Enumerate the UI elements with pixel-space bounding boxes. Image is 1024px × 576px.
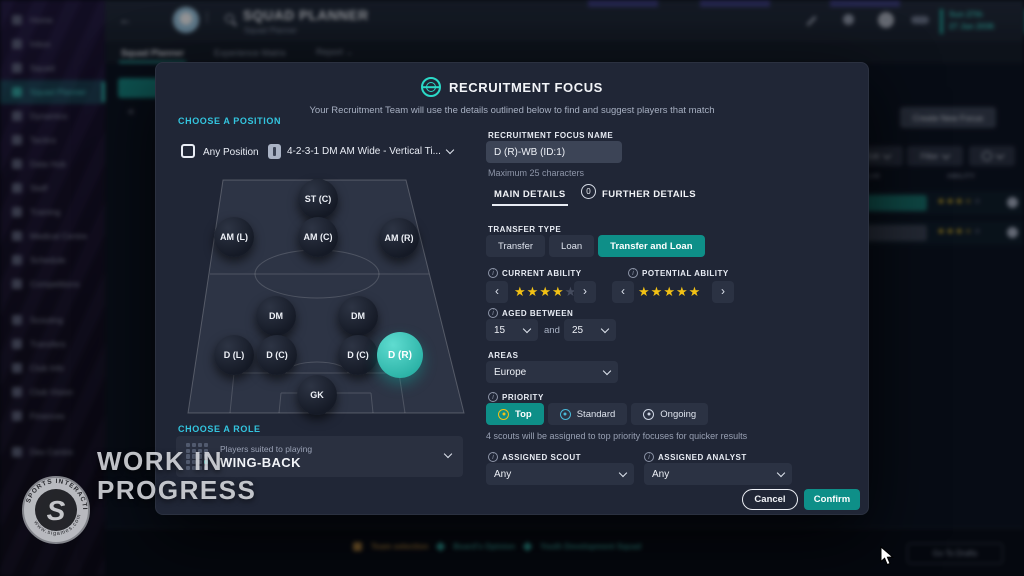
star-icon: ★ — [638, 285, 650, 298]
priority-standard[interactable]: Standard — [548, 403, 628, 425]
work-in-progress-watermark: WORK IN PROGRESS — [97, 447, 256, 505]
current-ability-stars[interactable]: ★★★★★ — [514, 285, 576, 298]
potential-ability-increase-button[interactable]: › — [712, 281, 734, 303]
priority-label: PRIORITY — [502, 393, 544, 402]
info-icon[interactable]: i — [628, 268, 638, 278]
chevron-down-icon — [444, 450, 452, 458]
priority-top[interactable]: Top — [486, 403, 544, 425]
dialog-subtitle: Your Recruitment Team will use the detai… — [156, 105, 868, 116]
position-am-l-[interactable]: AM (L) — [214, 217, 254, 257]
star-icon: ★ — [651, 285, 663, 298]
assigned-scout-label: ASSIGNED SCOUT — [502, 453, 581, 462]
star-icon: ★ — [663, 285, 675, 298]
chevron-down-icon — [523, 324, 531, 332]
further-details-badge: 0 — [581, 184, 596, 199]
cancel-button[interactable]: Cancel — [742, 489, 798, 510]
current-ability-label: CURRENT ABILITY — [502, 269, 582, 278]
transfer-type-label: TRANSFER TYPE — [488, 225, 561, 234]
target-icon — [498, 409, 509, 420]
transfer-type-segmented: TransferLoanTransfer and Loan — [486, 235, 705, 257]
priority-segmented: TopStandardOngoing — [486, 403, 708, 425]
priority-ongoing[interactable]: Ongoing — [631, 403, 708, 425]
screen: Create New Focus Edit Filter VALUE ABILI… — [0, 0, 1024, 576]
transfer-type-transfer[interactable]: Transfer — [486, 235, 545, 257]
target-icon — [560, 409, 571, 420]
tab-further-details[interactable]: FURTHER DETAILS — [602, 189, 696, 200]
star-icon: ★ — [527, 285, 539, 298]
chevron-down-icon — [603, 366, 611, 374]
dialog-title: RECRUITMENT FOCUS — [449, 80, 603, 95]
chevron-down-icon — [446, 145, 454, 153]
and-label: and — [544, 325, 560, 336]
position-gk[interactable]: GK — [297, 375, 337, 415]
assigned-scout-dropdown[interactable]: Any — [486, 463, 634, 485]
position-d-c-[interactable]: D (C) — [257, 335, 297, 375]
confirm-button[interactable]: Confirm — [804, 489, 860, 510]
position-am-c-[interactable]: AM (C) — [298, 217, 338, 257]
focus-name-input[interactable]: D (R)-WB (ID:1) — [486, 141, 622, 163]
position-d-c-[interactable]: D (C) — [338, 335, 378, 375]
focus-name-hint: Maximum 25 characters — [488, 168, 584, 178]
target-icon — [643, 409, 654, 420]
priority-note: 4 scouts will be assigned to top priorit… — [486, 431, 860, 441]
potential-ability-label: POTENTIAL ABILITY — [642, 269, 729, 278]
position-dm[interactable]: DM — [256, 296, 296, 336]
areas-label: AREAS — [488, 351, 519, 360]
recruitment-focus-icon — [421, 77, 441, 97]
position-d-r--selected[interactable]: D (R) — [377, 332, 423, 378]
chevron-down-icon — [619, 468, 627, 476]
info-icon[interactable]: i — [488, 268, 498, 278]
formation-dropdown[interactable]: 4-2-3-1 DM AM Wide - Vertical Ti... — [268, 141, 463, 161]
info-icon[interactable]: i — [488, 308, 498, 318]
formation-icon — [268, 144, 281, 159]
mouse-cursor — [880, 546, 894, 566]
any-position-label: Any Position — [203, 147, 259, 158]
areas-dropdown[interactable]: Europe — [486, 361, 618, 383]
tab-main-details[interactable]: MAIN DETAILS — [494, 189, 566, 200]
current-ability-increase-button[interactable]: › — [574, 281, 596, 303]
position-st-c-[interactable]: ST (C) — [298, 179, 338, 219]
potential-ability-stars[interactable]: ★★★★★ — [638, 285, 700, 298]
any-position-checkbox[interactable] — [181, 144, 195, 158]
info-icon[interactable]: i — [644, 452, 654, 462]
chevron-down-icon — [601, 324, 609, 332]
age-max-dropdown[interactable]: 25 — [564, 319, 616, 341]
potential-ability-decrease-button[interactable]: ‹ — [612, 281, 634, 303]
star-icon: ★ — [552, 285, 564, 298]
current-ability-decrease-button[interactable]: ‹ — [486, 281, 508, 303]
transfer-type-transfer-and-loan[interactable]: Transfer and Loan — [598, 235, 704, 257]
info-icon[interactable]: i — [488, 452, 498, 462]
position-am-r-[interactable]: AM (R) — [379, 218, 419, 258]
star-icon: ★ — [676, 285, 688, 298]
age-min-dropdown[interactable]: 15 — [486, 319, 538, 341]
svg-text:S: S — [47, 495, 66, 526]
info-icon[interactable]: i — [488, 392, 498, 402]
recruitment-focus-dialog: RECRUITMENT FOCUS Your Recruitment Team … — [155, 62, 869, 515]
star-icon: ★ — [539, 285, 551, 298]
aged-between-label: AGED BETWEEN — [502, 309, 573, 318]
transfer-type-loan[interactable]: Loan — [549, 235, 594, 257]
choose-position-heading: CHOOSE A POSITION — [178, 116, 281, 126]
assigned-analyst-dropdown[interactable]: Any — [644, 463, 792, 485]
star-icon: ★ — [514, 285, 526, 298]
focus-name-label: RECRUITMENT FOCUS NAME — [488, 131, 613, 140]
formation-pitch: ST (C)AM (L)AM (C)AM (R)DMDMD (L)D (C)D … — [186, 177, 466, 415]
position-dm[interactable]: DM — [338, 296, 378, 336]
sports-interactive-logo: SPORTS INTERACTIVE www.sigames.com S — [20, 474, 92, 546]
chevron-down-icon — [777, 468, 785, 476]
choose-role-heading: CHOOSE A ROLE — [178, 424, 261, 434]
star-icon: ★ — [689, 285, 701, 298]
assigned-analyst-label: ASSIGNED ANALYST — [658, 453, 747, 462]
position-d-l-[interactable]: D (L) — [214, 335, 254, 375]
